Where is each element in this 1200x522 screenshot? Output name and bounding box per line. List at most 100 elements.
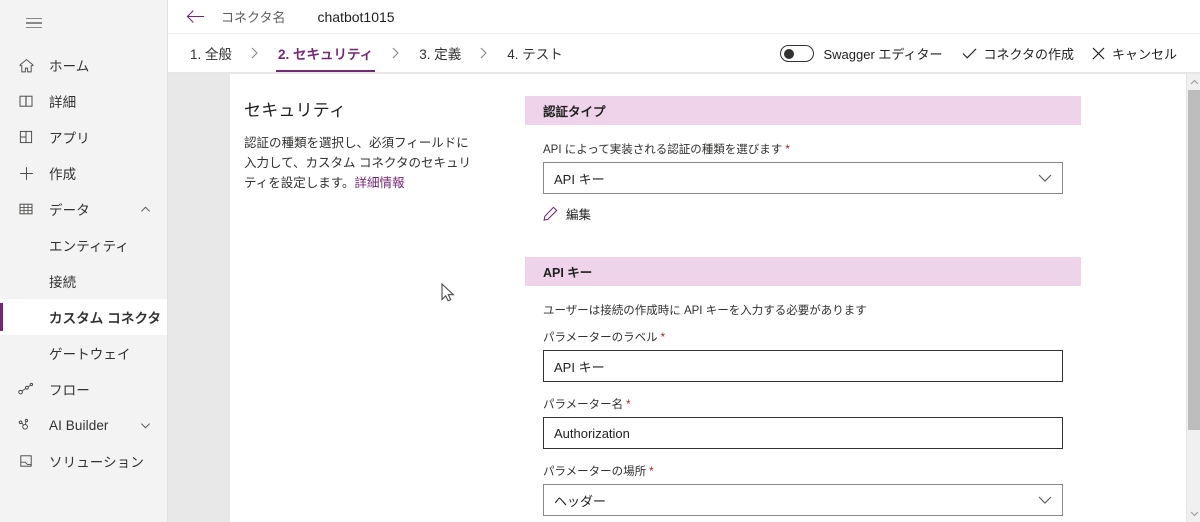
sidebar-item-label: 作成 [49,167,77,182]
api-key-card: API キー ユーザーは接続の作成時に API キーを入力する必要があります パ… [525,257,1081,522]
param-name-label: パラメーター名 * [543,396,1063,412]
param-location-select[interactable]: ヘッダー [543,484,1063,516]
sidebar-item-data[interactable]: データ [0,191,167,227]
chevron-down-icon[interactable] [1038,496,1052,505]
chevron-down-icon[interactable] [140,420,151,431]
required-asterisk: * [660,332,666,344]
auth-type-card-body: API によって実装される認証の種類を選びます * API キー 編集 [525,125,1081,239]
main-area: コネクタ名 chatbot1015 1. 全般 2. セキュリティ 3. 定義 [168,0,1200,522]
sidebar-item-label: 接続 [49,275,77,290]
api-key-card-body: ユーザーは接続の作成時に API キーを入力する必要があります パラメーターのラ… [525,286,1081,522]
edit-auth-button[interactable]: 編集 [543,204,1063,223]
sidebar: ホーム 詳細 アプリ 作成 データ エンティティ 接続 カスタム コネクタ ゲー… [0,0,168,522]
param-label-label-text: パラメーターのラベル [543,332,658,344]
sidebar-item-ai-builder[interactable]: AI Builder [0,407,167,443]
create-connector-button[interactable]: コネクタの作成 [953,38,1083,70]
security-description-text: 認証の種類を選択し、必須フィールドに入力して、カスタム コネクタのセキュリティを… [244,133,474,193]
tab-test[interactable]: 4. テスト [505,34,565,72]
tab-label: 4. テスト [507,47,563,62]
page-title: セキュリティ [244,101,347,120]
sidebar-item-entities[interactable]: エンティティ [0,227,167,263]
chevron-up-icon[interactable] [140,204,151,215]
tab-definition[interactable]: 3. 定義 [417,34,463,72]
sidebar-item-create[interactable]: 作成 [0,155,167,191]
param-location-value: ヘッダー [554,493,607,509]
auth-type-card-header: 認証タイプ [525,96,1081,125]
cancel-button[interactable]: キャンセル [1083,38,1186,70]
content-area: セキュリティ 認証の種類を選択し、必須フィールドに入力して、カスタム コネクタの… [168,74,1200,522]
chevron-right-icon [463,34,505,72]
required-asterisk: * [626,399,631,411]
sidebar-item-gateways[interactable]: ゲートウェイ [0,335,167,371]
sidebar-nav: ホーム 詳細 アプリ 作成 データ エンティティ 接続 カスタム コネクタ ゲー… [0,47,167,479]
tab-label: 3. 定義 [419,47,462,62]
apps-icon [16,127,36,147]
param-label-value: API キー [554,359,605,375]
ai-builder-icon [16,415,36,435]
sidebar-item-home[interactable]: ホーム [0,47,167,83]
sidebar-item-custom-connectors[interactable]: カスタム コネクタ [0,299,167,335]
sidebar-item-detail[interactable]: 詳細 [0,83,167,119]
tab-label: 1. 全般 [190,47,233,62]
toggle-track[interactable] [780,45,815,62]
sidebar-item-flows[interactable]: フロー [0,371,167,407]
scroll-down-button[interactable] [1187,506,1200,522]
hamburger-icon[interactable] [10,5,58,41]
auth-type-card: 認証タイプ API によって実装される認証の種類を選びます * API キー 編… [525,96,1081,239]
auth-type-select[interactable]: API キー [543,162,1063,194]
param-label-label: パラメーターのラベル * [543,329,1063,345]
tab-general[interactable]: 1. 全般 [188,34,234,72]
api-key-description: ユーザーは接続の作成時に API キーを入力する必要があります [543,305,867,317]
edit-auth-label: 編集 [566,208,592,222]
vertical-scrollbar[interactable] [1186,74,1200,522]
sidebar-item-label: フロー [49,383,90,398]
chevron-right-icon [375,34,417,72]
sidebar-item-label: ホーム [49,59,90,74]
param-location-label-text: パラメーターの場所 [543,466,647,478]
sidebar-item-connections[interactable]: 接続 [0,263,167,299]
auth-type-value: API キー [554,171,605,187]
learn-more-link[interactable]: 詳細情報 [355,176,405,190]
sidebar-item-label: ゲートウェイ [49,347,131,362]
action-toolbar: Swagger エディター コネクタの作成 キャンセル [780,34,1186,73]
flow-icon [16,379,36,399]
app-root: ホーム 詳細 アプリ 作成 データ エンティティ 接続 カスタム コネクタ ゲー… [0,0,1200,522]
connector-name-value: chatbot1015 [317,8,395,25]
sidebar-item-label: AI Builder [49,417,109,433]
sidebar-item-label: ソリューション [49,455,144,470]
api-key-card-header: API キー [525,257,1081,286]
close-icon [1092,47,1105,60]
sidebar-item-label: データ [49,203,90,218]
sidebar-item-label: アプリ [49,131,90,146]
toggle-knob [784,48,795,59]
scroll-up-button[interactable] [1187,74,1200,90]
swagger-editor-toggle[interactable]: Swagger エディター [780,44,943,63]
sidebar-item-apps[interactable]: アプリ [0,119,167,155]
table-icon [16,199,36,219]
plus-icon [16,163,36,183]
back-arrow-icon[interactable] [186,9,205,24]
chevron-down-icon[interactable] [1038,174,1052,183]
param-name-input[interactable]: Authorization [543,417,1063,449]
tab-label: 2. セキュリティ [278,47,374,62]
solution-icon [16,451,36,471]
check-icon [962,47,977,60]
sidebar-item-label: エンティティ [49,239,129,254]
security-description: セキュリティ 認証の種類を選択し、必須フィールドに入力して、カスタム コネクタの… [244,96,474,193]
tab-security[interactable]: 2. セキュリティ [276,34,376,72]
sidebar-item-label: カスタム コネクタ [49,311,162,326]
create-connector-label: コネクタの作成 [983,47,1074,62]
pencil-icon [543,206,558,221]
scrollbar-thumb[interactable] [1188,90,1200,430]
param-label-input[interactable]: API キー [543,350,1063,382]
home-icon [16,55,36,75]
swagger-editor-label: Swagger エディター [823,47,943,62]
auth-type-field-label-text: API によって実装される認証の種類を選びます [543,144,783,156]
sidebar-item-solutions[interactable]: ソリューション [0,443,167,479]
connector-topbar: コネクタ名 chatbot1015 [168,0,1200,34]
param-name-value: Authorization [554,425,630,441]
auth-type-field-label: API によって実装される認証の種類を選びます * [543,141,1063,157]
required-asterisk: * [649,466,654,478]
